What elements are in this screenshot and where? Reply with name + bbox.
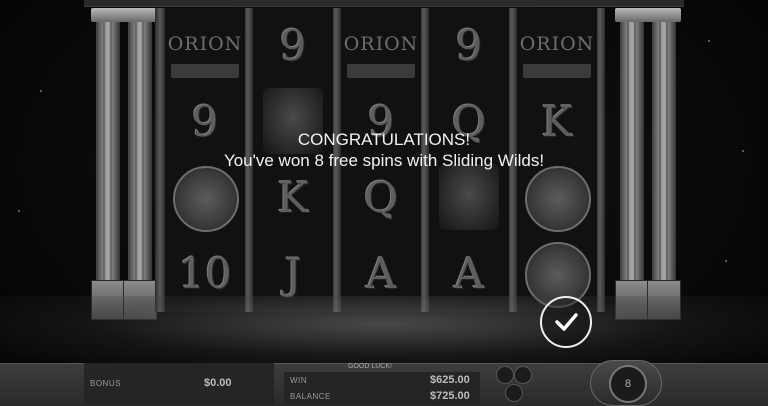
win-balance-panel: WIN $625.00 BALANCE $725.00 (284, 372, 480, 405)
free-spins-message: CONGRATULATIONS! You've won 8 free spins… (0, 130, 768, 172)
bonus-panel: BONUS $0.00 (84, 363, 274, 405)
symbol-orion-logo: ORION (165, 8, 245, 84)
star (725, 260, 727, 262)
balance-value: $725.00 (430, 390, 470, 402)
game-stage: ORION 9 10 9 K J ORION 9 Q A 9 Q A ORION… (0, 0, 768, 406)
control-button[interactable] (496, 366, 514, 384)
star (40, 90, 42, 92)
orion-logo-text: ORION (343, 33, 419, 55)
free-spins-award-text: You've won 8 free spins with Sliding Wil… (223, 151, 545, 170)
star (18, 210, 20, 212)
cloud-mist (0, 296, 768, 366)
win-value: $625.00 (430, 374, 470, 386)
free-spin-counter: 8 (609, 365, 647, 403)
symbol-nine: 9 (455, 21, 483, 70)
control-button[interactable] (505, 384, 523, 402)
orion-logo-text: ORION (167, 33, 243, 55)
scorpion-icon (439, 164, 499, 230)
bonus-label: BONUS (90, 379, 121, 388)
symbol-nine: 9 (279, 21, 307, 70)
warrior-medal-icon (173, 166, 239, 232)
symbol-orion-logo: ORION (341, 8, 421, 84)
confirm-button[interactable] (540, 296, 592, 348)
symbol-orion-logo: ORION (517, 8, 597, 84)
orion-logo-text: ORION (519, 33, 595, 55)
spin-button[interactable]: 8 (590, 360, 662, 406)
balance-label: BALANCE (290, 392, 331, 401)
control-button[interactable] (514, 366, 532, 384)
warrior-medal-icon (525, 166, 591, 232)
congratulations-title: CONGRATULATIONS! (297, 130, 471, 149)
checkmark-icon (555, 313, 578, 331)
good-luck-text: GOOD LUCK! (348, 363, 392, 370)
top-rail (84, 0, 684, 7)
star (708, 40, 710, 42)
win-label: WIN (290, 376, 308, 385)
bonus-value: $0.00 (204, 377, 232, 389)
